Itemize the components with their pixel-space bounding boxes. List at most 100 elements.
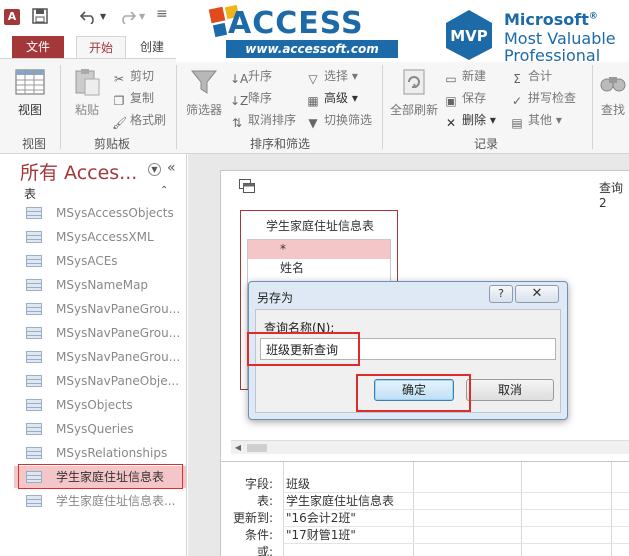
- customize-toolbar-icon[interactable]: ≡: [156, 6, 168, 22]
- new-label: 新建: [462, 69, 487, 83]
- advanced-label: 高级: [324, 91, 349, 105]
- access-app-icon: A: [4, 9, 20, 25]
- spelling-label: 拼写检查: [528, 91, 577, 105]
- find-button[interactable]: 查找: [596, 67, 629, 118]
- toggle-filter-button[interactable]: ▼ 切换筛选: [306, 111, 372, 130]
- nav-item-table[interactable]: MSysRelationships: [14, 442, 186, 464]
- mvp-badge-icon: MVP: [446, 10, 492, 60]
- nav-item-label: MSysNavPaneObje...: [56, 374, 180, 388]
- grid-cell-field[interactable]: 班级: [283, 476, 411, 493]
- help-button[interactable]: ?: [489, 285, 513, 303]
- selection-button[interactable]: ▽ 选择 ▾: [306, 67, 357, 86]
- format-painter-button[interactable]: 🖌 格式刷: [112, 111, 166, 130]
- spelling-button[interactable]: ✓ 拼写检查: [510, 89, 576, 108]
- nav-dropdown-icon[interactable]: ▼: [148, 163, 161, 176]
- save-record-button[interactable]: ▣ 保存: [444, 89, 486, 108]
- nav-item-table[interactable]: MSysNameMap: [14, 274, 186, 296]
- nav-item-label: MSysNavPaneGrou...: [56, 350, 181, 364]
- remove-sort-icon: ⇅: [231, 116, 243, 130]
- nav-item-table[interactable]: MSysACEs: [14, 250, 186, 272]
- redo-dropdown-icon[interactable]: ▼: [139, 12, 145, 21]
- navigation-pane: 所有 Acces... ▼ « 表 ⌃ MSysAccessObjects MSy…: [14, 154, 187, 556]
- field-item-name[interactable]: 姓名: [248, 259, 390, 278]
- nav-item-table[interactable]: MSysAccessXML: [14, 226, 186, 248]
- ok-button[interactable]: 确定: [374, 379, 454, 401]
- tab-file[interactable]: 文件: [12, 36, 64, 58]
- selection-icon: ▽: [308, 72, 318, 86]
- nav-collapse-icon[interactable]: «: [167, 160, 176, 176]
- grid-cell-update-to[interactable]: "16会计2班": [283, 510, 411, 527]
- scrollbar-thumb[interactable]: [247, 444, 267, 452]
- redo-icon[interactable]: [118, 8, 137, 28]
- table-icon: [26, 495, 42, 507]
- grid-cell-or[interactable]: [283, 544, 411, 556]
- more-label: 其他: [528, 113, 553, 127]
- copy-button[interactable]: ❐ 复制: [112, 89, 154, 108]
- grid-label-or: 或:: [256, 545, 273, 556]
- delete-button[interactable]: ✕ 删除 ▾: [444, 111, 496, 130]
- watermark-microsoft: Microsoft®: [504, 10, 598, 29]
- field-list-title: 学生家庭住址信息表: [265, 219, 374, 233]
- more-button[interactable]: ▤ 其他 ▾: [510, 111, 562, 130]
- query-name-label: 查询名称(N):: [264, 321, 335, 335]
- nav-item-label: 学生家庭住址信息表: [56, 470, 165, 484]
- select-label: 选择: [324, 69, 349, 83]
- tab-home[interactable]: 开始: [76, 36, 127, 59]
- nav-item-label: MSysNavPaneGrou...: [56, 302, 181, 316]
- totals-label: 合计: [528, 69, 553, 83]
- field-item-all[interactable]: *: [248, 240, 390, 259]
- nav-item-table[interactable]: MSysNavPaneGrou...: [14, 322, 186, 344]
- tab-create[interactable]: 创建: [128, 36, 176, 58]
- section-collapse-icon[interactable]: ⌃: [160, 185, 168, 196]
- cancel-button[interactable]: 取消: [466, 379, 554, 401]
- sort-ascending-button[interactable]: ↓A升序: [230, 67, 272, 86]
- query-name-input[interactable]: [260, 338, 556, 360]
- delete-x-icon: ✕: [445, 116, 457, 130]
- filter-button[interactable]: 筛选器: [182, 67, 226, 118]
- nav-item-table[interactable]: MSysNavPaneGrou...: [14, 298, 186, 320]
- nav-item-table[interactable]: MSysNavPaneGrou...: [14, 346, 186, 368]
- mvp-badge-text: MVP: [450, 27, 488, 45]
- horizontal-scrollbar[interactable]: ◀: [231, 440, 629, 454]
- view-button[interactable]: 视图: [8, 67, 52, 118]
- new-record-button[interactable]: ▭ 新建: [444, 67, 486, 86]
- cut-button[interactable]: ✂ 剪切: [112, 67, 154, 86]
- nav-item-table[interactable]: MSysAccessObjects: [14, 202, 186, 224]
- grid-label-update-to: 更新到:: [232, 511, 273, 525]
- watermark-banner: ACCESS www.accessoft.com MVP Microsoft® …: [176, 0, 629, 64]
- totals-button[interactable]: Σ 合计: [510, 67, 552, 86]
- watermark-line1: Most Valuable: [504, 29, 616, 48]
- advanced-button[interactable]: ▦ 高级 ▾: [306, 89, 358, 108]
- query-tab-title[interactable]: 查询2: [599, 179, 629, 210]
- watermark-url: www.accessoft.com: [226, 40, 398, 58]
- nav-item-table[interactable]: 学生家庭住址信息表: [14, 466, 186, 488]
- undo-dropdown-icon[interactable]: ▼: [100, 12, 106, 21]
- sort-descending-button[interactable]: ↓Z降序: [230, 89, 272, 108]
- table-icon: [26, 375, 42, 387]
- save-label: 保存: [462, 91, 487, 105]
- scissors-icon: ✂: [113, 72, 125, 86]
- nav-item-table[interactable]: MSysQueries: [14, 418, 186, 440]
- nav-item-label: MSysQueries: [56, 422, 134, 436]
- nav-item-table[interactable]: MSysObjects: [14, 394, 186, 416]
- undo-icon[interactable]: [79, 8, 98, 28]
- refresh-all-button[interactable]: 全部刷新: [388, 67, 440, 118]
- save-icon[interactable]: [32, 8, 48, 28]
- scroll-left-icon[interactable]: ◀: [231, 441, 245, 455]
- nav-pane-title[interactable]: 所有 Acces...: [20, 158, 137, 185]
- nav-section-tables[interactable]: 表: [24, 185, 36, 202]
- watermark-ms-text: Microsoft: [504, 10, 589, 29]
- sigma-icon: Σ: [513, 72, 521, 86]
- grid-cell-table[interactable]: 学生家庭住址信息表: [283, 493, 411, 510]
- grid-cell-criteria[interactable]: "17财管1班": [283, 527, 411, 544]
- remove-sort-button[interactable]: ⇅ 取消排序: [230, 111, 296, 130]
- brush-icon: 🖌: [112, 116, 128, 130]
- query-icon: [239, 179, 255, 193]
- nav-item-table[interactable]: 学生家庭住址信息表...: [14, 490, 186, 512]
- paste-button[interactable]: 粘贴: [66, 67, 108, 118]
- toggle-filter-icon: ▼: [308, 116, 318, 130]
- nav-item-table[interactable]: MSysNavPaneObje...: [14, 370, 186, 392]
- close-button[interactable]: ✕: [515, 285, 559, 303]
- grid-label-table: 表:: [256, 494, 273, 508]
- grid-label-criteria: 条件:: [244, 528, 273, 542]
